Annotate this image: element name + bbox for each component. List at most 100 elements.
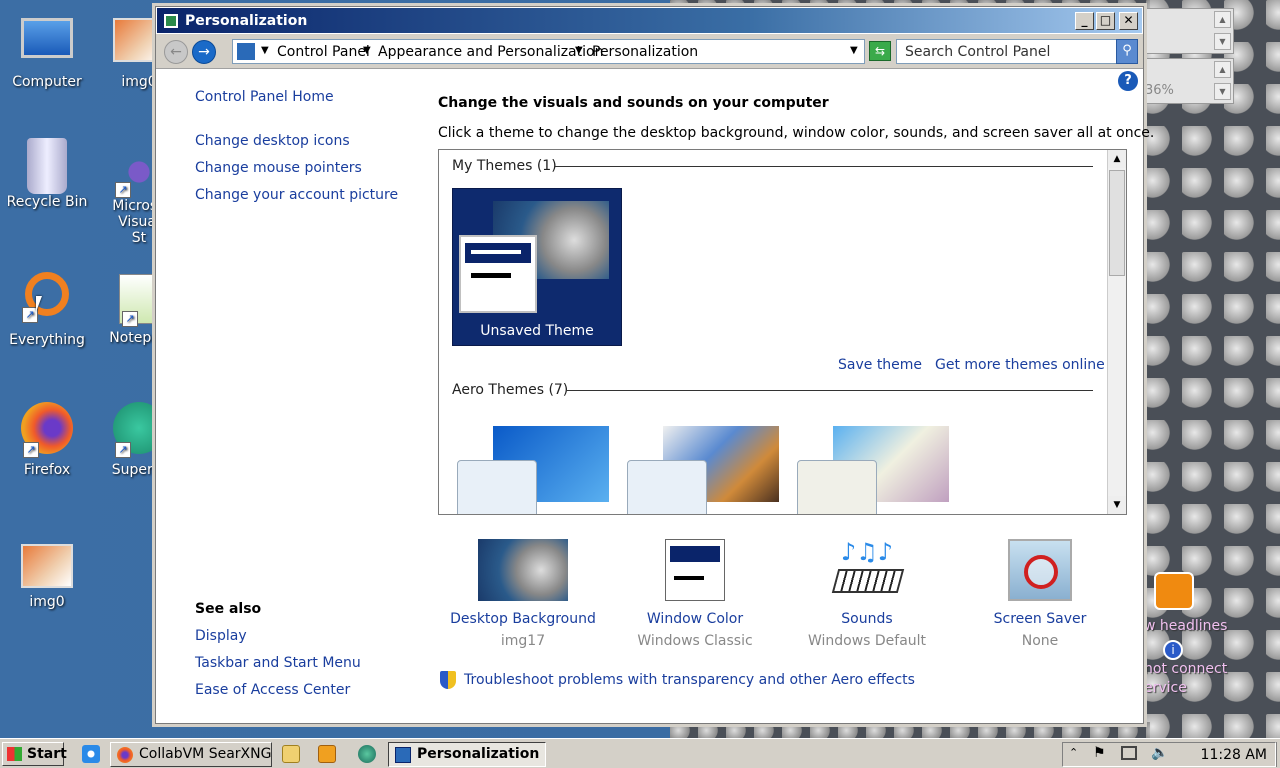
theme-window-preview [797,460,877,514]
window-color-tile[interactable]: Window Color Windows Classic [610,539,780,649]
theme-characters[interactable] [797,418,957,514]
address-bar: ← → ▼ Control Panel ▼ Appearance and Per… [156,34,1143,69]
gadget-panel: 36% ▲ ▼ [1144,58,1234,104]
change-mouse-pointers-link[interactable]: Change mouse pointers [195,160,362,176]
shortcut-arrow-icon: ↗ [115,182,131,198]
scroll-up-button[interactable]: ▲ [1214,11,1231,28]
chevron-down-icon[interactable]: ▼ [363,45,371,56]
scroll-up-button[interactable]: ▲ [1108,150,1126,168]
volume-muted-icon[interactable]: 🔈 [1151,745,1168,761]
action-center-flag-icon[interactable]: ⚑ [1093,745,1106,761]
gadget-status-text: not connect [1144,661,1228,677]
theme-windows-7[interactable] [457,418,617,514]
minimize-button[interactable]: _ [1075,12,1094,30]
screen-saver-value: None [1021,633,1059,649]
change-desktop-icons-link[interactable]: Change desktop icons [195,133,350,149]
show-hidden-icons-icon[interactable]: ⌃ [1069,746,1078,759]
taskbar-button-firefox[interactable]: CollabVM SearXNG ... [110,742,272,767]
chevron-down-icon[interactable]: ▼ [261,45,269,56]
page-heading: Change the visuals and sounds on your co… [438,95,829,111]
gadget-status-text: ervice [1144,680,1187,696]
scroll-down-button[interactable]: ▼ [1214,83,1231,100]
window-color-icon [665,539,725,601]
clock[interactable]: 11:28 AM [1201,747,1267,763]
title-bar[interactable]: Personalization _ □ ✕ [156,7,1143,34]
screen-saver-tile[interactable]: Screen Saver None [955,539,1125,649]
internet-explorer-icon[interactable] [82,745,100,763]
scroll-up-button[interactable]: ▲ [1214,61,1231,78]
rss-feed-icon[interactable] [1154,572,1194,610]
gadget-panel: ▲ ▼ [1144,8,1234,54]
page-description: Click a theme to change the desktop back… [438,125,1155,141]
help-icon[interactable]: ? [1118,71,1138,91]
breadcrumb[interactable]: ▼ Control Panel ▼ Appearance and Persona… [232,39,865,64]
media-player-icon[interactable] [318,745,336,763]
refresh-button[interactable]: ⇆ [869,41,891,61]
network-icon[interactable] [1121,746,1137,760]
maximize-button[interactable]: □ [1096,12,1115,30]
breadcrumb-personalization[interactable]: Personalization [592,44,698,60]
back-button[interactable]: ← [164,40,188,64]
search-input[interactable]: Search Control Panel [896,39,1118,64]
scroll-down-button[interactable]: ▼ [1214,33,1231,50]
save-theme-link[interactable]: Save theme [838,357,922,373]
scroll-down-button[interactable]: ▼ [1108,496,1126,514]
theme-unsaved[interactable]: Unsaved Theme [452,188,622,346]
theme-list-scrollbar[interactable]: ▲ ▼ [1107,150,1126,514]
control-panel-icon [237,43,255,60]
folder-icon[interactable] [282,745,300,763]
theme-label: Unsaved Theme [480,323,594,339]
firefox-icon [117,747,133,763]
sounds-label[interactable]: Sounds [782,611,952,627]
control-panel-icon [163,13,179,29]
breadcrumb-appearance[interactable]: Appearance and Personalization [378,44,603,60]
display-link[interactable]: Display [195,628,247,644]
info-icon: i [1163,640,1183,660]
desktop-background-tile[interactable]: Desktop Background img17 [438,539,608,649]
shortcut-arrow-icon: ↗ [115,442,131,458]
forward-button[interactable]: → [192,40,216,64]
desktop-background-label[interactable]: Desktop Background [438,611,608,627]
desktop-icon-everything[interactable]: ↗ Everything [4,272,90,349]
change-account-picture-link[interactable]: Change your account picture [195,187,398,203]
scrollbar-thumb[interactable] [1109,170,1125,276]
desktop-icon-img0-2[interactable]: img0 [4,544,90,611]
taskbar-button-personalization[interactable]: Personalization [388,742,546,767]
theme-list: My Themes (1) Unsaved Theme Save theme G… [438,149,1127,515]
desktop-icon-computer[interactable]: Computer [4,18,90,91]
window-color-label[interactable]: Window Color [610,611,780,627]
screen-saver-label[interactable]: Screen Saver [955,611,1125,627]
sounds-tile[interactable]: ♪♫♪ Sounds Windows Default [782,539,952,649]
start-button[interactable]: Start [2,742,67,766]
troubleshoot-link[interactable]: Troubleshoot problems with transparency … [464,672,915,688]
control-panel-icon [395,747,411,763]
close-button[interactable]: ✕ [1119,12,1138,30]
chevron-down-icon[interactable]: ▼ [575,45,583,56]
taskbar-start-menu-link[interactable]: Taskbar and Start Menu [195,655,361,671]
aero-themes-heading: Aero Themes (7) [452,382,569,398]
breadcrumb-control-panel[interactable]: Control Panel [277,44,370,60]
shield-icon [440,671,456,689]
system-tray: ⌃ ⚑ 🔈 11:28 AM [1062,742,1276,767]
screen-saver-icon [1008,539,1072,601]
address-dropdown-icon[interactable]: ▼ [850,45,858,56]
shortcut-arrow-icon: ↗ [23,442,39,458]
search-icon[interactable]: ⚲ [1116,39,1138,64]
personalization-window: Personalization _ □ ✕ ← → ▼ Control Pane… [155,6,1154,724]
recycle-bin-icon [27,138,67,194]
divider [567,390,1093,391]
app-icon[interactable] [358,745,376,763]
ease-of-access-link[interactable]: Ease of Access Center [195,682,350,698]
mouse-cursor [36,296,42,312]
show-desktop-button[interactable] [1276,742,1280,767]
theme-window-preview [459,235,537,313]
desktop-background-value: img17 [500,633,546,649]
desktop-icon-recycle-bin[interactable]: Recycle Bin [4,138,90,211]
control-panel-home-link[interactable]: Control Panel Home [195,89,334,105]
desktop-icon-firefox[interactable]: ↗ Firefox [4,402,90,479]
divider [555,166,1093,167]
get-more-themes-link[interactable]: Get more themes online [935,357,1105,373]
firefox-icon: ↗ [21,402,73,458]
theme-architecture[interactable] [627,418,787,514]
theme-window-preview [627,460,707,514]
